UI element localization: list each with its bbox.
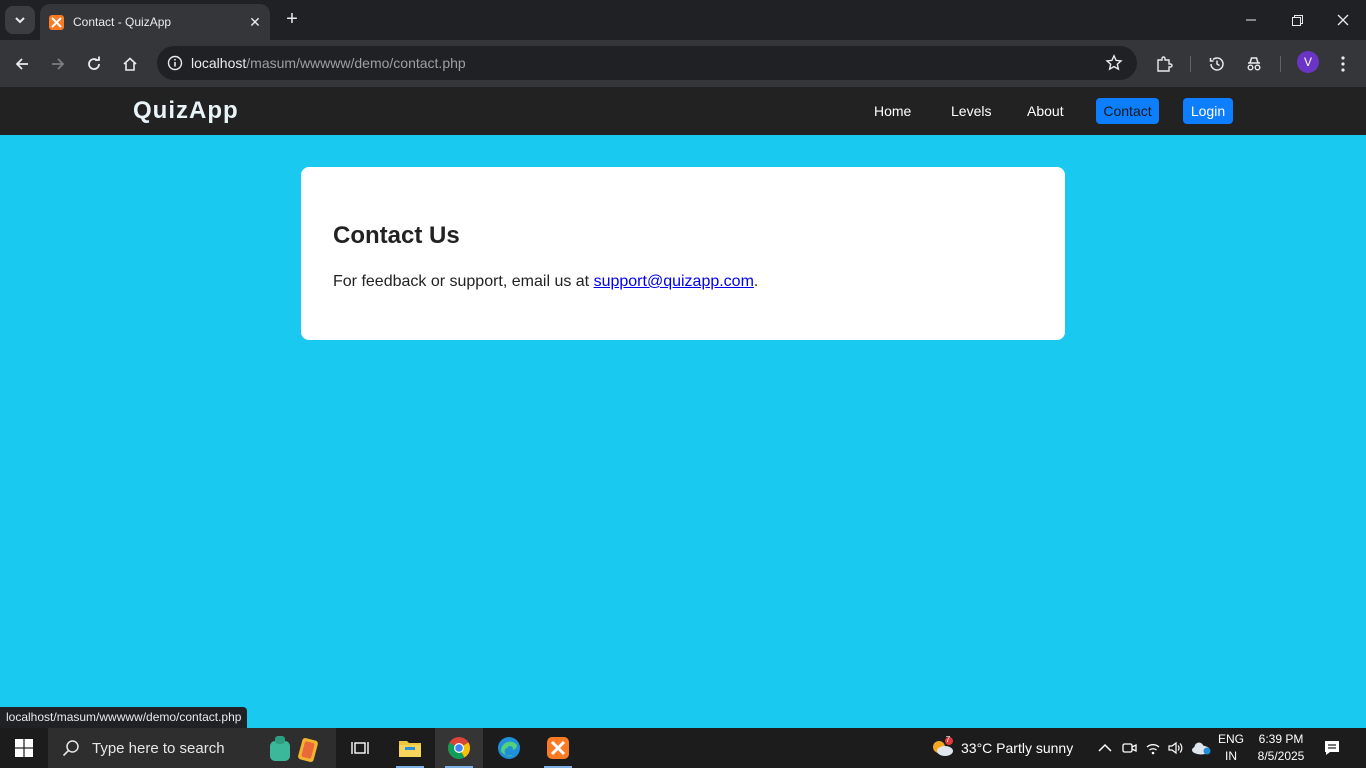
profile-avatar[interactable]: V xyxy=(1297,51,1319,73)
taskbar-xampp[interactable] xyxy=(534,728,582,768)
history-button[interactable] xyxy=(1203,50,1231,78)
minimize-button[interactable] xyxy=(1228,0,1274,40)
url-path: /masum/wwwww/demo/contact.php xyxy=(246,55,466,71)
search-placeholder: Type here to search xyxy=(92,739,225,757)
clock-date: 8/5/2025 xyxy=(1257,749,1305,763)
close-window-button[interactable] xyxy=(1320,0,1366,40)
contact-heading: Contact Us xyxy=(333,222,460,249)
windows-taskbar: Type here to search 7 33°C Partly sunny … xyxy=(0,728,1366,768)
clock-time: 6:39 PM xyxy=(1258,732,1304,746)
xampp-favicon-icon xyxy=(49,14,64,30)
support-email-link[interactable]: support@quizapp.com xyxy=(594,273,754,290)
reload-button[interactable] xyxy=(80,50,108,78)
taskbar-search-box[interactable]: Type here to search xyxy=(48,728,336,768)
task-view-button[interactable] xyxy=(336,728,384,768)
address-bar[interactable]: localhost/masum/wwwww/demo/contact.php xyxy=(157,46,1137,80)
tab-title: Contact - QuizApp xyxy=(73,15,172,29)
edge-icon xyxy=(498,737,520,759)
taskbar-clock[interactable]: 6:39 PM 8/5/2025 xyxy=(1256,731,1306,765)
show-hidden-icons-button[interactable] xyxy=(1095,738,1115,758)
browser-tab-strip: Contact - QuizApp ✕ + xyxy=(0,0,1366,40)
nav-contact[interactable]: Contact xyxy=(1096,98,1159,124)
contact-text: For feedback or support, email us at sup… xyxy=(333,273,758,291)
xampp-icon xyxy=(547,737,569,759)
home-button[interactable] xyxy=(116,50,144,78)
browser-tab[interactable]: Contact - QuizApp ✕ xyxy=(40,4,270,40)
language-code: ENG xyxy=(1217,732,1244,746)
restore-button[interactable] xyxy=(1274,0,1320,40)
task-view-icon xyxy=(351,742,369,754)
weather-text[interactable]: 33°C Partly sunny xyxy=(961,740,1073,756)
network-icon[interactable] xyxy=(1143,738,1163,758)
toolbar-divider xyxy=(1280,56,1281,72)
language-region: IN xyxy=(1225,749,1237,763)
taskbar-chrome[interactable] xyxy=(435,728,483,768)
url-host: localhost xyxy=(191,55,247,71)
weather-alert-badge: 7 xyxy=(945,735,951,744)
contact-card: Contact Us For feedback or support, emai… xyxy=(301,167,1065,340)
windows-logo-icon xyxy=(15,739,33,757)
notifications-button[interactable] xyxy=(1322,738,1342,758)
back-button[interactable] xyxy=(8,50,36,78)
meet-now-icon[interactable] xyxy=(1119,738,1139,758)
history-icon xyxy=(1209,57,1224,71)
browser-toolbar: localhost/masum/wwwww/demo/contact.php xyxy=(0,40,1366,87)
link-status-bubble: localhost/masum/wwwww/demo/contact.php xyxy=(0,707,248,728)
extensions-button[interactable] xyxy=(1150,50,1178,78)
taskbar-edge[interactable] xyxy=(485,728,533,768)
tab-search-button[interactable] xyxy=(5,6,35,34)
puzzle-icon xyxy=(1157,56,1173,72)
nav-levels[interactable]: Levels xyxy=(951,103,991,119)
reload-icon xyxy=(88,56,100,70)
site-info-icon[interactable] xyxy=(159,46,191,80)
folder-icon xyxy=(399,741,421,757)
chrome-icon xyxy=(448,737,470,759)
arrow-left-icon xyxy=(15,58,28,70)
volume-icon[interactable] xyxy=(1165,738,1185,758)
chevron-down-icon xyxy=(15,17,25,24)
nav-login-button[interactable]: Login xyxy=(1183,98,1233,124)
restore-icon xyxy=(1291,14,1303,26)
action-center-icon xyxy=(1325,741,1339,755)
search-highlight-icon xyxy=(270,736,318,763)
home-icon xyxy=(123,57,137,71)
toolbar-divider xyxy=(1190,56,1191,72)
new-tab-button[interactable]: + xyxy=(280,8,304,32)
onedrive-icon[interactable] xyxy=(1190,738,1212,758)
more-vertical-icon xyxy=(1341,56,1345,72)
nav-about[interactable]: About xyxy=(1027,103,1064,119)
taskbar-file-explorer[interactable] xyxy=(386,728,434,768)
minimize-icon xyxy=(1246,19,1256,21)
address-url: localhost/masum/wwwww/demo/contact.php xyxy=(191,55,466,71)
start-button[interactable] xyxy=(0,728,48,768)
tab-close-icon[interactable]: ✕ xyxy=(244,14,266,31)
chevron-up-icon xyxy=(1098,743,1112,752)
weather-icon[interactable] xyxy=(930,737,956,758)
close-icon xyxy=(1337,14,1349,26)
search-icon xyxy=(62,740,79,757)
contact-text-after: . xyxy=(753,273,759,290)
arrow-right-icon xyxy=(52,58,65,70)
site-brand[interactable]: QuizApp xyxy=(133,97,239,125)
site-navbar: QuizApp Home Levels About Contact Login xyxy=(0,87,1366,135)
contact-text-before: For feedback or support, email us at xyxy=(333,273,594,290)
bookmark-star-icon[interactable] xyxy=(1105,54,1123,77)
forward-button[interactable] xyxy=(44,50,72,78)
nav-home[interactable]: Home xyxy=(874,103,911,119)
incognito-icon xyxy=(1247,57,1261,71)
incognito-button[interactable] xyxy=(1240,50,1268,78)
browser-menu-button[interactable] xyxy=(1329,50,1357,78)
input-language[interactable]: ENG IN xyxy=(1216,731,1246,765)
